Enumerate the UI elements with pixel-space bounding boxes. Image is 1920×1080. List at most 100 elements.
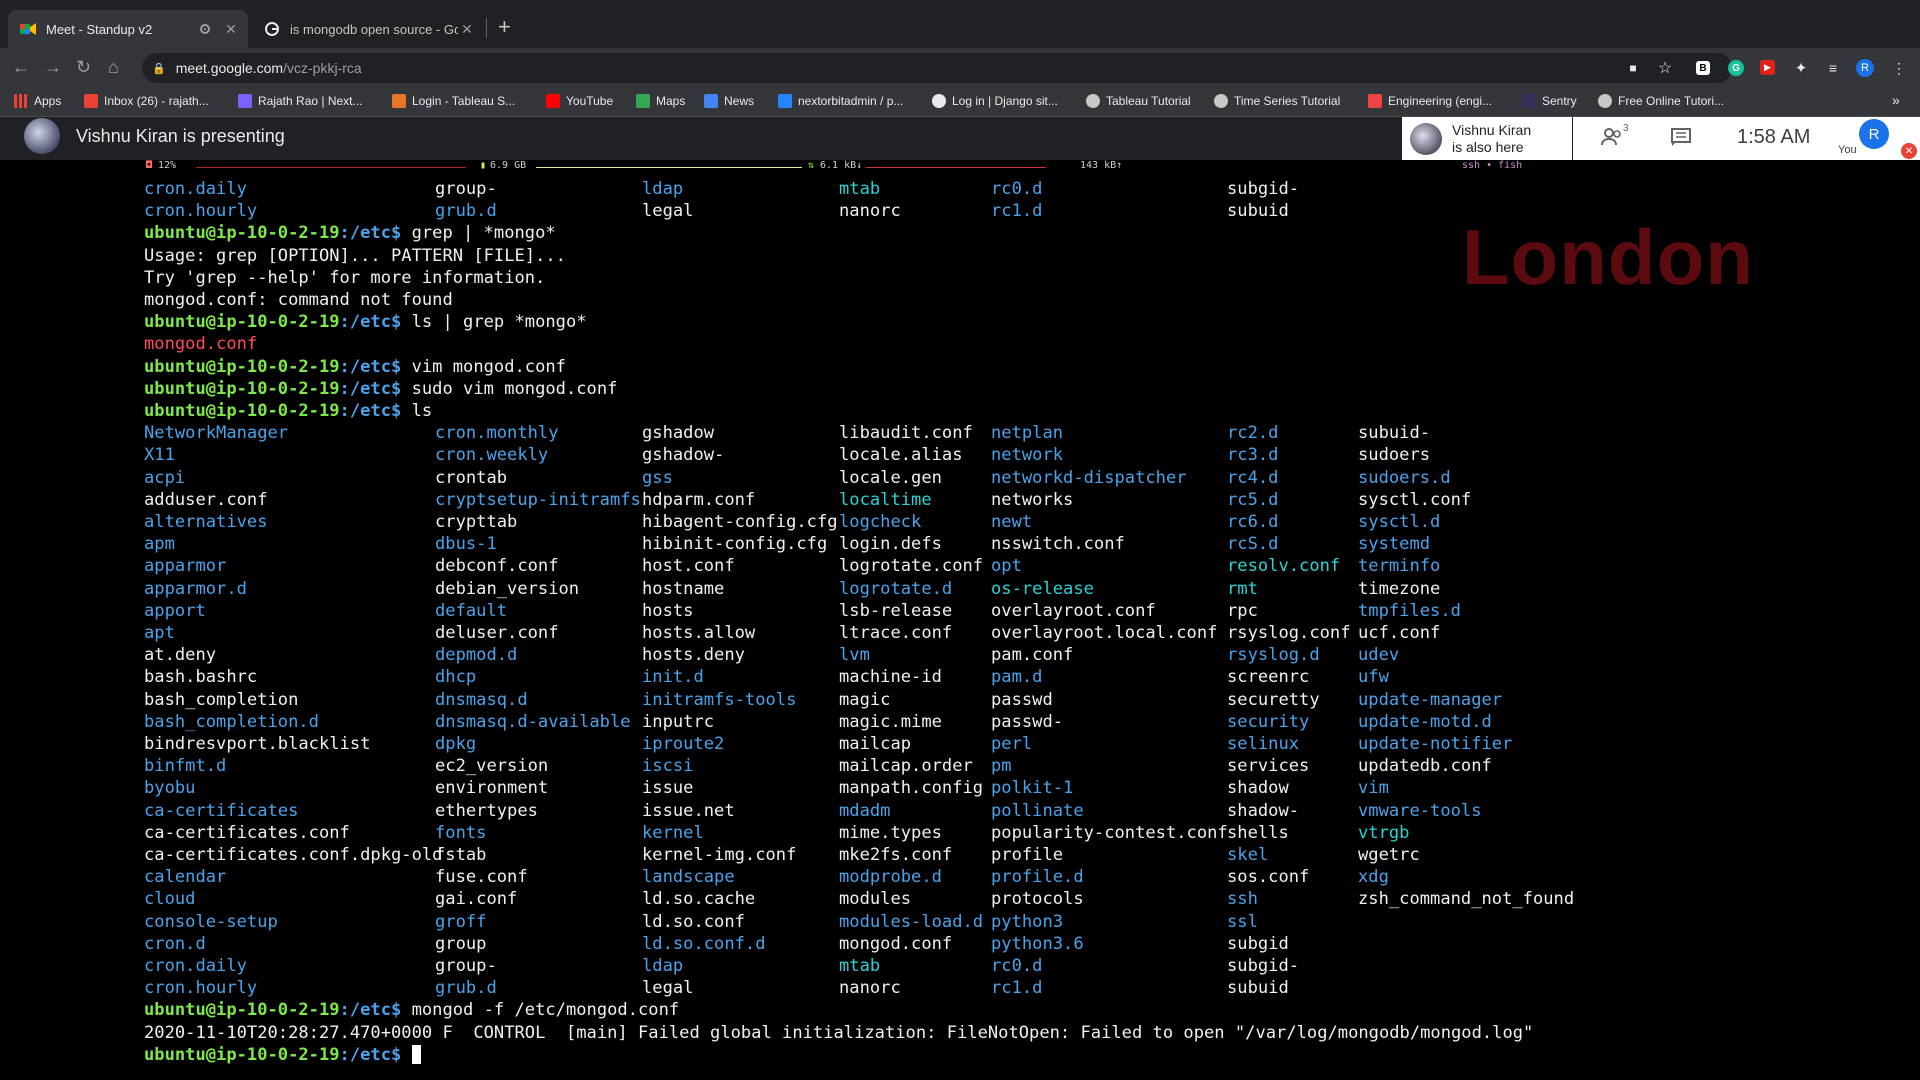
mic-off-icon: ✕: [1901, 143, 1917, 159]
tutorial-icon: [1214, 94, 1228, 108]
file-entry: grub.d: [435, 201, 497, 222]
reload-icon[interactable]: ↻: [76, 57, 91, 78]
file-entry: ucf.conf: [1358, 623, 1441, 643]
bookmark-nextorbit[interactable]: Rajath Rao | Next...: [238, 94, 363, 108]
bookmark-label: Maps: [656, 94, 686, 108]
output-line: Usage: grep [OPTION]... PATTERN [FILE]..…: [144, 245, 566, 267]
file-entry: services: [1227, 756, 1310, 777]
memory-icon: ▮: [480, 160, 487, 171]
watermark-text: London: [1462, 213, 1754, 301]
tab-separator: [486, 18, 487, 38]
file-entry: rc1.d: [991, 201, 1043, 222]
file-entry: gshadow: [642, 423, 715, 444]
bookmark-sentry[interactable]: Sentry: [1522, 94, 1577, 108]
bookmark-bitbucket[interactable]: nextorbitadmin / p...: [778, 94, 903, 108]
file-entry: update-motd.d: [1358, 711, 1492, 732]
bookmark-apps[interactable]: Apps: [14, 94, 61, 108]
tab-search[interactable]: is mongodb open source - Goo ✕: [252, 10, 484, 48]
memory-usage: 6.9 GB: [490, 160, 527, 171]
bookmark-django[interactable]: Log in | Django sit...: [932, 94, 1058, 108]
file-entry: crontab: [435, 467, 508, 488]
new-tab-button[interactable]: +: [498, 14, 511, 40]
command-text: vim mongod.conf: [401, 356, 566, 377]
file-entry: login.defs: [839, 534, 942, 555]
file-entry: hostname: [642, 578, 725, 599]
bookmark-tableau-tutorial[interactable]: Tableau Tutorial: [1086, 94, 1191, 108]
more-bookmarks-button[interactable]: »: [1892, 92, 1900, 108]
bookmark-youtube[interactable]: YouTube: [546, 94, 613, 108]
file-entry: sysctl.d: [1358, 512, 1441, 532]
bookmark-maps[interactable]: Maps: [636, 94, 685, 108]
meet-presenting-bar: Vishnu Kiran is presenting Vishnu Kiran …: [0, 117, 1920, 160]
file-entry: mtab: [839, 179, 881, 199]
tab-meet[interactable]: Meet - Standup v2 ✕: [8, 10, 248, 48]
file-entry: pam.d: [991, 667, 1043, 688]
file-entry: dnsmasq.d: [435, 689, 528, 710]
file-entry: rc5.d: [1227, 489, 1279, 510]
file-entry: cryptsetup-initramfs: [435, 489, 641, 510]
star-icon[interactable]: ☆: [1656, 59, 1674, 77]
file-entry: cron.daily: [144, 179, 247, 199]
forward-arrow-icon[interactable]: →: [44, 57, 62, 78]
meet-controls: 3 1:58 AM R You ✕: [1573, 117, 1920, 160]
file-entry: sudoers.d: [1358, 467, 1451, 488]
address-bar[interactable]: 🔒 meet.google.com/vcz-pkkj-rca: [142, 53, 1732, 83]
file-entry: fuse.conf: [435, 867, 528, 888]
file-entry: subuid-: [1358, 423, 1431, 444]
back-arrow-icon[interactable]: ←: [12, 57, 30, 78]
file-entry: rc2.d: [1227, 423, 1279, 444]
session-label: ssh • fish: [1462, 160, 1523, 171]
bookmark-label: Engineering (engi...: [1388, 94, 1493, 108]
extension-b-icon[interactable]: B: [1696, 61, 1710, 75]
file-entry: nanorc: [839, 201, 901, 222]
file-entry: ca-certificates: [144, 800, 299, 821]
prompt-user: ubuntu@ip-10-0-2-19: [144, 1000, 340, 1021]
file-entry: cron.d: [144, 933, 206, 954]
home-icon[interactable]: ⌂: [108, 57, 119, 78]
file-entry: adduser.conf: [144, 489, 268, 510]
people-icon[interactable]: [1601, 128, 1625, 151]
file-entry: overlayroot.conf: [991, 600, 1156, 621]
media-control-icon[interactable]: ≡: [1824, 59, 1842, 77]
engineering-icon: [1368, 94, 1382, 108]
bookmark-engineering[interactable]: Engineering (engi...: [1368, 94, 1492, 108]
file-entry: overlayroot.local.conf: [991, 623, 1218, 643]
bookmark-free-tutorials[interactable]: Free Online Tutori...: [1598, 94, 1724, 108]
tab-title: is mongodb open source - Goo: [290, 21, 458, 37]
file-entry: profile.d: [991, 867, 1084, 888]
bookmark-time-series[interactable]: Time Series Tutorial: [1214, 94, 1340, 108]
chat-icon[interactable]: [1671, 128, 1691, 151]
extension-red-icon[interactable]: ▶: [1760, 60, 1775, 75]
file-entry: apm: [144, 534, 175, 555]
grammarly-icon[interactable]: G: [1728, 60, 1744, 76]
camera-icon[interactable]: ■: [1624, 59, 1642, 77]
menu-kebab-icon[interactable]: ⋮: [1890, 59, 1908, 77]
file-entry: wgetrc: [1358, 845, 1420, 865]
output-text: Usage: grep [OPTION]... PATTERN [FILE]..…: [144, 245, 566, 266]
meet-favicon-icon: [20, 21, 36, 37]
file-entry: gai.conf: [435, 889, 518, 910]
close-tab-icon[interactable]: ✕: [222, 21, 240, 38]
file-entry: resolv.conf: [1227, 556, 1341, 577]
sentry-icon: [1522, 94, 1536, 108]
terminal-cursor[interactable]: [411, 1044, 421, 1064]
self-avatar[interactable]: R: [1859, 119, 1889, 149]
command-text: ls | grep *mongo*: [401, 312, 587, 333]
file-entry: kernel: [642, 822, 704, 843]
bookmark-gmail[interactable]: Inbox (26) - rajath...: [84, 94, 209, 108]
bookmark-news[interactable]: News: [704, 94, 754, 108]
also-here-text: Vishnu Kiran is also here: [1452, 122, 1531, 156]
bookmark-tableau-login[interactable]: Login - Tableau S...: [392, 94, 515, 108]
file-entry: logrotate.conf: [839, 556, 984, 577]
file-entry: dhcp: [435, 667, 477, 688]
command-line: ubuntu@ip-10-0-2-19:/etc$: [144, 1044, 421, 1066]
command-text: ls: [401, 401, 433, 421]
extensions-puzzle-icon[interactable]: ✦: [1792, 59, 1810, 77]
also-here-card[interactable]: Vishnu Kiran is also here: [1402, 117, 1572, 160]
file-entry: cron.monthly: [435, 423, 559, 444]
close-tab-icon[interactable]: ✕: [458, 21, 476, 38]
profile-avatar[interactable]: R: [1856, 59, 1874, 77]
network-down: 6.1 kB↓: [820, 160, 863, 171]
memory-graph: [536, 167, 802, 168]
terminal-window[interactable]: ◘ 12% ▮ 6.9 GB ⇅ 6.1 kB↓ 143 kB↑ ssh • f…: [140, 160, 1780, 1080]
